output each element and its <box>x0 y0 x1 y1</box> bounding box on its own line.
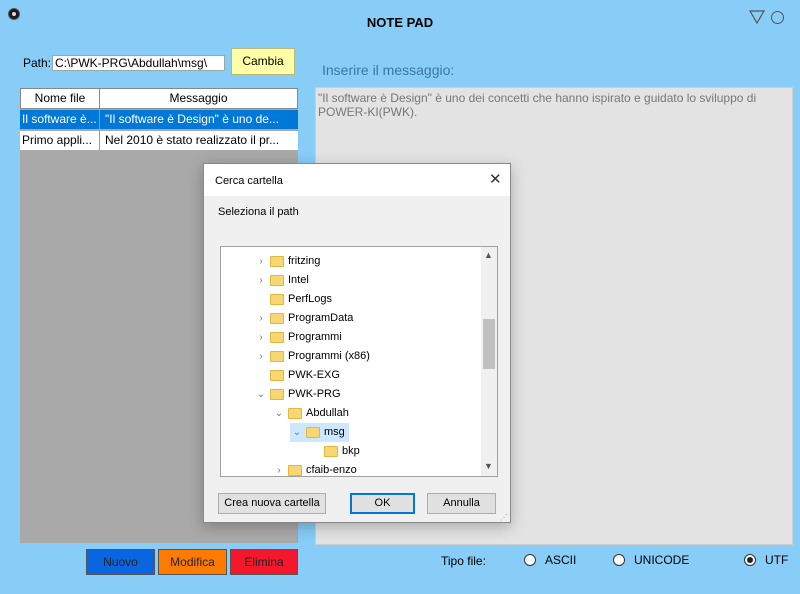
tree-item-label: fritzing <box>288 255 321 267</box>
tree-item[interactable]: ⌄ PWK-PRG <box>254 385 341 404</box>
tree-item[interactable]: › fritzing <box>254 252 320 271</box>
path-label: Path: <box>23 56 52 70</box>
tree-item-label: PerfLogs <box>288 293 333 305</box>
tree-item[interactable]: › Intel <box>254 271 309 290</box>
chevron-right-icon[interactable]: › <box>254 328 268 347</box>
folder-icon <box>270 370 284 381</box>
folder-icon <box>288 408 302 419</box>
tree-item-label: PWK-EXG <box>288 369 340 381</box>
file-type-label: Tipo file: <box>441 554 486 568</box>
close-circle-icon[interactable] <box>771 11 784 24</box>
table-row[interactable]: Primo appli... Nel 2010 è stato realizza… <box>20 131 298 150</box>
chevron-right-icon[interactable]: › <box>254 252 268 271</box>
app-title: NOTE PAD <box>366 15 434 30</box>
cell-filename: Il software è... <box>22 112 97 126</box>
tree-item-label: bkp <box>342 445 360 457</box>
tree-item-label: ProgramData <box>288 312 354 324</box>
message-label: Inserire il messaggio: <box>322 62 455 78</box>
tree-item[interactable]: › ProgramData <box>254 309 353 328</box>
edit-button[interactable]: Modifica <box>158 549 227 575</box>
change-path-button[interactable]: Cambia <box>231 48 295 75</box>
chevron-right-icon[interactable]: › <box>272 461 286 476</box>
tree-item[interactable]: ⌄ Abdullah <box>272 404 349 423</box>
browse-folder-dialog: Cerca cartella ✕ Seleziona il path › frit… <box>203 163 511 523</box>
chevron-down-icon[interactable]: ⌄ <box>272 404 286 423</box>
radio-dot-icon <box>613 554 625 566</box>
folder-icon <box>270 275 284 286</box>
table-row[interactable]: Il software è... "Il software è Design" … <box>20 110 298 129</box>
folder-icon <box>306 427 320 438</box>
radio-label: ASCII <box>545 553 577 567</box>
column-header-filename[interactable]: Nome file <box>21 89 100 108</box>
chevron-right-icon[interactable]: › <box>254 309 268 328</box>
folder-icon <box>288 465 302 476</box>
tree-item-label: cfaib-enzo <box>306 464 357 476</box>
table-header: Nome file Messaggio <box>20 88 298 109</box>
tree-item[interactable]: ⌄ msg <box>290 423 349 442</box>
radio-dot-selected-icon <box>744 554 756 566</box>
radio-ascii[interactable]: ASCII <box>524 553 576 567</box>
tree-item[interactable]: › Programmi (x86) <box>254 347 370 366</box>
path-input[interactable]: C:\PWK-PRG\Abdullah\msg\ <box>52 55 225 71</box>
tree-item[interactable]: › cfaib-enzo <box>272 461 357 476</box>
folder-icon <box>270 256 284 267</box>
chevron-down-icon[interactable]: ⌄ <box>290 423 304 442</box>
folder-icon <box>270 313 284 324</box>
tree-item[interactable]: PWK-EXG <box>254 366 340 385</box>
chevron-down-icon[interactable]: ⌄ <box>254 385 268 404</box>
scroll-down-icon[interactable]: ▼ <box>484 461 493 471</box>
radio-unicode[interactable]: UNICODE <box>613 553 689 567</box>
cell-message: Nel 2010 è stato realizzato il pr... <box>99 131 298 150</box>
ok-button[interactable]: OK <box>350 493 415 514</box>
tree-item[interactable]: PerfLogs <box>254 290 332 309</box>
radio-utf[interactable]: UTF <box>744 553 788 567</box>
folder-icon <box>270 294 284 305</box>
cell-filename: Primo appli... <box>22 133 93 147</box>
folder-icon <box>324 446 338 457</box>
folder-tree[interactable]: › fritzing › Intel PerfLogs › ProgramData › Prog… <box>220 246 498 477</box>
tree-item[interactable]: › Programmi <box>254 328 342 347</box>
chevron-right-icon[interactable]: › <box>254 347 268 366</box>
cell-message: "Il software è Design" è uno de... <box>99 110 298 129</box>
column-header-message[interactable]: Messaggio <box>100 89 297 108</box>
dialog-title: Cerca cartella <box>215 175 283 187</box>
resize-grip-icon[interactable]: ⋰ <box>500 513 508 522</box>
tree-item[interactable]: bkp <box>308 442 360 461</box>
scroll-thumb[interactable] <box>483 319 495 369</box>
new-button[interactable]: Nuovo <box>86 549 155 575</box>
folder-icon <box>270 389 284 400</box>
cancel-button[interactable]: Annulla <box>427 493 496 514</box>
scroll-up-icon[interactable]: ▲ <box>484 250 493 260</box>
new-folder-button[interactable]: Crea nuova cartella <box>218 493 326 514</box>
radio-dot-icon <box>524 554 536 566</box>
radio-label: UTF <box>765 553 789 567</box>
delete-button[interactable]: Elimina <box>230 549 298 575</box>
folder-icon <box>270 351 284 362</box>
chevron-right-icon[interactable]: › <box>254 271 268 290</box>
radio-label: UNICODE <box>634 553 690 567</box>
tree-item-label: Programmi (x86) <box>288 350 370 362</box>
tree-item-label: Intel <box>288 274 309 286</box>
tree-item-label: Abdullah <box>306 407 349 419</box>
tree-item-label: PWK-PRG <box>288 388 341 400</box>
tree-item-label: Programmi <box>288 331 342 343</box>
folder-icon <box>270 332 284 343</box>
tree-item-label: msg <box>324 426 345 438</box>
minimize-triangle-icon[interactable] <box>749 10 765 24</box>
dialog-subtitle: Seleziona il path <box>218 206 299 218</box>
dialog-close-icon[interactable]: ✕ <box>489 170 502 188</box>
